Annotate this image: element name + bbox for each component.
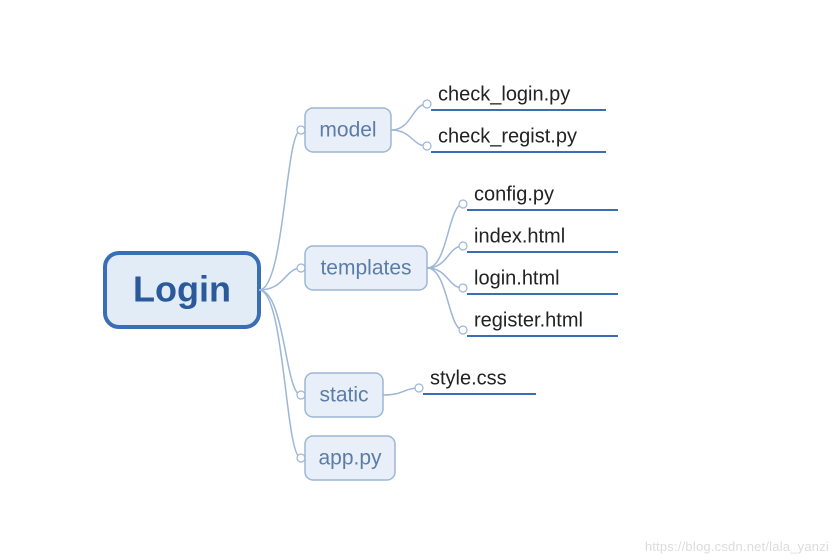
node-templates: templates xyxy=(305,246,427,290)
node-templates-label: templates xyxy=(320,257,411,280)
leaf-check-login-label: check_login.py xyxy=(438,83,570,105)
node-static-label: static xyxy=(319,384,368,407)
leaf-register: register.html xyxy=(467,309,618,336)
leaf-config-label: config.py xyxy=(474,183,554,205)
mindmap-diagram: Login model check_login.py check_regist.… xyxy=(0,0,837,560)
leaf-index-label: index.html xyxy=(474,225,565,247)
templates-connectors xyxy=(427,200,467,334)
node-static: static xyxy=(305,373,383,417)
node-model-label: model xyxy=(319,119,376,142)
node-app: app.py xyxy=(305,436,395,480)
root-node: Login xyxy=(105,253,259,327)
static-connectors xyxy=(383,384,423,395)
leaf-check-login: check_login.py xyxy=(431,83,606,110)
leaf-style-label: style.css xyxy=(430,367,507,389)
node-model: model xyxy=(305,108,391,152)
root-connectors xyxy=(259,126,305,462)
leaf-check-regist-label: check_regist.py xyxy=(438,125,577,147)
leaf-login: login.html xyxy=(467,267,618,294)
node-app-label: app.py xyxy=(318,447,382,470)
leaf-index: index.html xyxy=(467,225,618,252)
model-connectors xyxy=(391,100,431,150)
leaf-check-regist: check_regist.py xyxy=(431,125,606,152)
leaf-config: config.py xyxy=(467,183,618,210)
watermark: https://blog.csdn.net/lala_yanzi xyxy=(645,539,829,554)
leaf-style: style.css xyxy=(423,367,536,394)
leaf-login-label: login.html xyxy=(474,267,560,289)
root-label: Login xyxy=(133,269,231,310)
leaf-register-label: register.html xyxy=(474,309,583,331)
